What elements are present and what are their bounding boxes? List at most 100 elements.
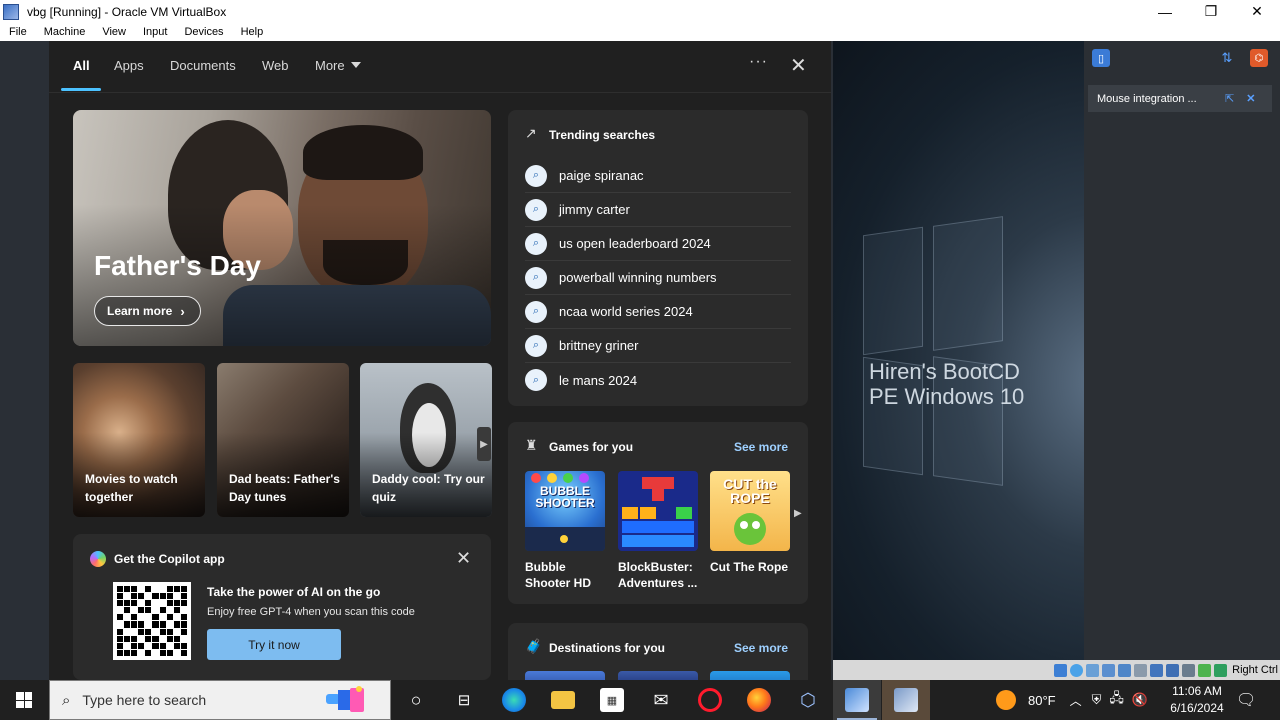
destinations-card: 🧳 Destinations for you See more: [508, 623, 808, 680]
learn-more-button[interactable]: Learn more ›: [94, 296, 201, 326]
card-caption: Daddy cool: Try our quiz: [372, 472, 485, 504]
usb-icon[interactable]: [1118, 663, 1132, 677]
game-bubble-shooter[interactable]: BUBBLE SHOOTER Bubble Shooter HD: [525, 471, 605, 591]
weather-temp[interactable]: 80°F: [1028, 693, 1056, 708]
search-icon: ⌕: [525, 198, 547, 221]
trending-item[interactable]: ⌕ jimmy carter: [525, 193, 791, 227]
trending-item[interactable]: ⌕ le mans 2024: [525, 363, 791, 397]
firefox-icon[interactable]: [747, 688, 771, 712]
chevron-right-icon[interactable]: ▶: [477, 427, 491, 461]
game-blockbuster[interactable]: BlockBuster: Adventures ...: [618, 471, 698, 591]
chevron-right-icon[interactable]: ▶: [794, 508, 802, 519]
trending-item[interactable]: ⌕ powerball winning numbers: [525, 261, 791, 295]
optical-drive-icon[interactable]: [1070, 663, 1084, 677]
close-window-button[interactable]: ✕: [1234, 0, 1280, 23]
chevron-right-icon: ›: [180, 303, 185, 319]
file-explorer-icon[interactable]: [551, 691, 575, 709]
menu-file[interactable]: File: [0, 26, 35, 38]
tab-documents[interactable]: Documents: [170, 58, 236, 73]
mail-icon[interactable]: ✉: [649, 688, 673, 712]
hero-title: Father's Day: [94, 250, 261, 281]
tab-all[interactable]: All: [73, 58, 90, 73]
virtualbox-taskbar-icon[interactable]: ⬡: [796, 688, 820, 712]
store-icon[interactable]: ▦: [600, 688, 624, 712]
trending-header: Trending searches: [549, 128, 656, 142]
game-piece-icon: ♜: [525, 437, 538, 453]
close-flyout-button[interactable]: ✕: [790, 53, 807, 78]
window-titlebar[interactable]: vbg [Running] - Oracle VM VirtualBox — ❐…: [0, 0, 1280, 23]
try-it-now-button[interactable]: Try it now: [207, 629, 341, 660]
search-tabs: All Apps Documents Web More ··· ✕: [49, 41, 831, 93]
menu-help[interactable]: Help: [232, 26, 272, 38]
clock-date: 6/16/2024: [1170, 701, 1224, 715]
windows-icon: [16, 692, 32, 708]
menu-devices[interactable]: Devices: [175, 26, 231, 38]
dismiss-icon[interactable]: ✕: [1246, 92, 1255, 105]
security-icon[interactable]: ⛨: [1092, 692, 1102, 708]
card-dad-beats[interactable]: Dad beats: Father's Day tunes: [217, 363, 349, 517]
search-icon: ⌕: [62, 691, 71, 709]
display-icon[interactable]: [1150, 663, 1164, 677]
trending-item[interactable]: ⌕ brittney griner: [525, 329, 791, 363]
notification-icon[interactable]: 🗨: [1236, 690, 1256, 710]
guest-display[interactable]: Hiren's BootCD PE Windows 10 ▯ ⇅ ⌬ Mouse…: [0, 41, 1280, 680]
game-cut-the-rope[interactable]: CUT the ROPE Cut The Rope: [710, 471, 790, 575]
trending-item[interactable]: ⌕ us open leaderboard 2024: [525, 227, 791, 261]
taskbar-search-box[interactable]: ⌕ Type here to search: [49, 680, 391, 720]
search-icon: ⌕: [525, 300, 547, 323]
close-icon[interactable]: ✕: [456, 548, 471, 569]
mouse-icon[interactable]: [1198, 663, 1212, 677]
network-tray-icon[interactable]: 🖧: [1109, 689, 1124, 711]
destinations-see-more-link[interactable]: See more: [734, 641, 788, 655]
card-caption: Movies to watch together: [85, 472, 178, 504]
vm-app-icon[interactable]: [845, 688, 869, 712]
restore-button[interactable]: ❐: [1188, 0, 1234, 23]
opera-icon[interactable]: [698, 688, 722, 712]
pin-icon[interactable]: ⇱: [1225, 92, 1234, 105]
show-hidden-icons[interactable]: ︿: [1070, 692, 1082, 709]
games-see-more-link[interactable]: See more: [734, 440, 788, 454]
task-view-icon[interactable]: ○: [404, 688, 428, 712]
widgets-icon[interactable]: ⊟: [452, 688, 476, 712]
network-icon[interactable]: ⌬: [1250, 49, 1268, 67]
virtualbox-icon: [3, 3, 19, 20]
cpu-icon[interactable]: [1182, 663, 1196, 677]
volume-muted-icon[interactable]: 🔇: [1132, 692, 1148, 708]
destination-thumb[interactable]: [618, 671, 698, 680]
menu-input[interactable]: Input: [134, 26, 175, 38]
trending-item[interactable]: ⌕ paige spiranac: [525, 159, 791, 193]
card-movies[interactable]: Movies to watch together: [73, 363, 205, 517]
shared-folder-icon[interactable]: [1134, 663, 1148, 677]
card-daddy-cool-quiz[interactable]: Daddy cool: Try our quiz: [360, 363, 492, 517]
games-card: ♜ Games for you See more BUBBLE SHOOTER …: [508, 422, 808, 604]
minimize-button[interactable]: —: [1142, 0, 1188, 23]
hard-disk-icon[interactable]: [1054, 663, 1068, 677]
edge-icon[interactable]: [502, 688, 526, 712]
network-adapter-icon[interactable]: [1102, 663, 1116, 677]
recording-icon[interactable]: [1166, 663, 1180, 677]
sort-icon[interactable]: ⇅: [1218, 49, 1236, 67]
menu-view[interactable]: View: [93, 26, 134, 38]
destination-thumb[interactable]: [525, 671, 605, 680]
keyboard-icon[interactable]: [1214, 663, 1228, 677]
fathers-day-hero-card[interactable]: Father's Day Learn more ›: [73, 110, 491, 346]
tab-web[interactable]: Web: [262, 58, 289, 73]
vm-status-bar: Right Ctrl: [833, 660, 1280, 680]
tab-apps[interactable]: Apps: [114, 58, 144, 73]
clock[interactable]: 11:06 AM 6/16/2024: [1162, 683, 1232, 717]
search-icon: ⌕: [525, 232, 547, 255]
search-icon: ⌕: [525, 334, 547, 357]
audio-icon[interactable]: [1086, 663, 1100, 677]
search-icon: ⌕: [525, 164, 547, 187]
menu-machine[interactable]: Machine: [35, 26, 94, 38]
tab-more[interactable]: More: [315, 58, 361, 73]
notes-icon[interactable]: ▯: [1092, 49, 1110, 67]
destination-thumb[interactable]: [710, 671, 790, 680]
weather-icon[interactable]: [996, 690, 1016, 710]
cut-the-rope-tile: CUT the ROPE: [710, 471, 790, 551]
host-key-label: Right Ctrl: [1232, 664, 1278, 676]
trending-item[interactable]: ⌕ ncaa world series 2024: [525, 295, 791, 329]
start-button[interactable]: [0, 680, 48, 720]
more-options-icon[interactable]: ···: [749, 53, 768, 71]
virtualbox-manager-icon[interactable]: [894, 688, 918, 712]
